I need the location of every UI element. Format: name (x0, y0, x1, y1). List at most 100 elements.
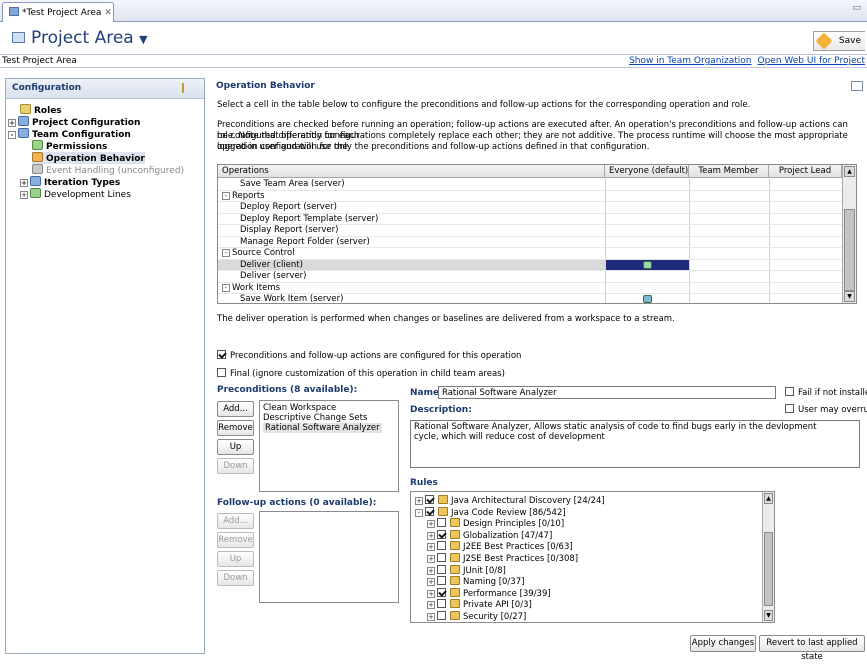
role-cell[interactable] (605, 213, 689, 224)
role-cell[interactable] (689, 236, 769, 247)
table-row[interactable]: Deliver (server) (218, 271, 842, 283)
revert-button[interactable]: Revert to last applied state (759, 635, 865, 662)
up-precondition-button[interactable]: Up (217, 439, 254, 455)
role-cell[interactable] (689, 282, 769, 293)
open-web-ui-link[interactable]: Open Web UI for Project (757, 56, 865, 66)
rule-item[interactable]: + Design Principles [0/10] (427, 518, 564, 530)
table-row[interactable]: Save Team Area (server) (218, 179, 842, 191)
tree-item[interactable]: + Iteration Types (20, 176, 120, 188)
rule-item[interactable]: + Naming [0/37] (427, 576, 524, 588)
role-cell[interactable] (605, 179, 689, 190)
scroll-up-icon[interactable]: ▲ (764, 493, 773, 504)
list-item[interactable]: Clean Workspace (263, 403, 336, 413)
rule-item[interactable]: + JUnit [0/8] (427, 564, 506, 577)
expand-icon[interactable]: + (427, 566, 435, 575)
rule-checkbox[interactable] (437, 541, 446, 551)
collapse-icon[interactable]: - (8, 131, 16, 139)
chevron-down-icon[interactable]: ▼ (139, 33, 147, 46)
rule-checkbox[interactable] (437, 599, 446, 609)
scroll-down-icon[interactable]: ▼ (764, 610, 773, 621)
table-scrollbar[interactable]: ▲ ▼ (842, 165, 856, 303)
configured-checkbox[interactable] (217, 350, 226, 359)
description-field[interactable]: Rational Software Analyzer, Allows stati… (410, 420, 860, 468)
down-precondition-button[interactable]: Down (217, 458, 254, 474)
show-in-team-organization-link[interactable]: Show in Team Organization (629, 56, 751, 66)
rule-item[interactable]: + Performance [39/39] (427, 587, 551, 600)
tree-item[interactable]: Permissions (32, 140, 107, 152)
table-row[interactable]: - Work Items (218, 282, 842, 294)
user-may-overrule-checkbox[interactable] (785, 404, 794, 413)
up-followup-button[interactable]: Up (217, 551, 254, 567)
rule-checkbox[interactable] (437, 564, 446, 574)
list-item[interactable]: Rational Software Analyzer (263, 423, 382, 433)
fail-if-not-installed-checkbox[interactable] (785, 387, 794, 396)
table-row[interactable]: Manage Report Folder (server) (218, 236, 842, 248)
expand-icon[interactable]: + (427, 613, 435, 621)
tree-item[interactable]: + Development Lines (20, 188, 131, 200)
table-row[interactable]: Display Report (server) (218, 225, 842, 237)
role-cell[interactable] (605, 294, 689, 303)
tree-item[interactable]: + Project Configuration (8, 116, 140, 128)
tools-icon[interactable] (182, 83, 198, 93)
rule-checkbox[interactable] (437, 587, 446, 597)
role-cell[interactable] (689, 202, 769, 213)
column-header-project-lead[interactable]: Project Lead (769, 165, 842, 178)
role-cell[interactable] (605, 259, 689, 270)
role-cell[interactable] (769, 294, 842, 303)
role-cell[interactable] (769, 259, 842, 270)
rule-item[interactable]: + Java Architectural Discovery [24/24] (415, 495, 605, 507)
maximize-icon[interactable] (851, 81, 863, 91)
remove-followup-button[interactable]: Remove (217, 532, 254, 548)
role-cell[interactable] (769, 179, 842, 190)
preconditions-list[interactable]: Clean Workspace Descriptive Change Sets … (259, 400, 399, 492)
add-precondition-button[interactable]: Add... (217, 401, 254, 417)
role-cell[interactable] (689, 179, 769, 190)
expand-icon[interactable]: + (415, 497, 423, 505)
role-cell[interactable] (605, 225, 689, 236)
configured-checkbox-row[interactable]: Preconditions and follow-up actions are … (217, 350, 521, 361)
list-item[interactable]: Descriptive Change Sets (263, 413, 367, 423)
table-row[interactable]: - Reports (218, 190, 842, 202)
rule-item[interactable]: - Java Code Review [86/542] (415, 506, 566, 519)
expand-icon[interactable]: + (427, 589, 435, 598)
collapse-icon[interactable]: - (415, 508, 423, 517)
role-cell[interactable] (605, 248, 689, 259)
save-button[interactable]: Save (813, 31, 865, 51)
collapse-icon[interactable]: - (222, 249, 230, 257)
tree-item[interactable]: Operation Behavior (32, 152, 145, 164)
rule-checkbox[interactable] (437, 553, 446, 562)
rules-tree[interactable]: + Java Architectural Discovery [24/24] - Ja… (410, 491, 775, 623)
rule-item[interactable]: + J2SE Best Practices [0/308] (427, 553, 578, 565)
expand-icon[interactable]: + (427, 531, 435, 540)
rule-item[interactable]: + J2EE Best Practices [0/63] (427, 541, 573, 553)
final-checkbox-row[interactable]: Final (ignore customization of this oper… (217, 368, 505, 379)
table-row[interactable]: Deploy Report Template (server) (218, 213, 842, 225)
role-cell[interactable] (689, 271, 769, 282)
followup-list[interactable] (259, 511, 399, 603)
role-cell[interactable] (769, 202, 842, 213)
role-cell[interactable] (769, 248, 842, 259)
remove-precondition-button[interactable]: Remove (217, 420, 254, 436)
rule-checkbox[interactable] (425, 495, 434, 504)
tree-item[interactable]: - Team Configuration (8, 128, 131, 140)
role-cell[interactable] (689, 259, 769, 270)
role-cell[interactable] (605, 190, 689, 201)
role-cell[interactable] (689, 225, 769, 236)
rules-scrollbar[interactable]: ▲ ▼ (762, 492, 774, 622)
expand-icon[interactable]: + (20, 191, 28, 199)
role-cell[interactable] (769, 271, 842, 282)
rule-checkbox[interactable] (425, 506, 434, 516)
table-row[interactable]: Deliver (client) (218, 259, 842, 271)
table-row[interactable]: Save Work Item (server) (218, 294, 842, 303)
role-cell[interactable] (689, 213, 769, 224)
rule-item[interactable]: + Private API [0/3] (427, 599, 532, 611)
rule-item[interactable]: + Globalization [47/47] (427, 529, 552, 542)
scroll-thumb[interactable] (844, 209, 855, 291)
scroll-thumb[interactable] (764, 532, 773, 606)
expand-icon[interactable]: + (8, 119, 16, 127)
column-header-everyone[interactable]: Everyone (default) (605, 165, 689, 178)
rule-checkbox[interactable] (437, 611, 446, 620)
role-cell[interactable] (689, 294, 769, 303)
expand-icon[interactable]: + (427, 520, 435, 529)
role-cell[interactable] (689, 248, 769, 259)
